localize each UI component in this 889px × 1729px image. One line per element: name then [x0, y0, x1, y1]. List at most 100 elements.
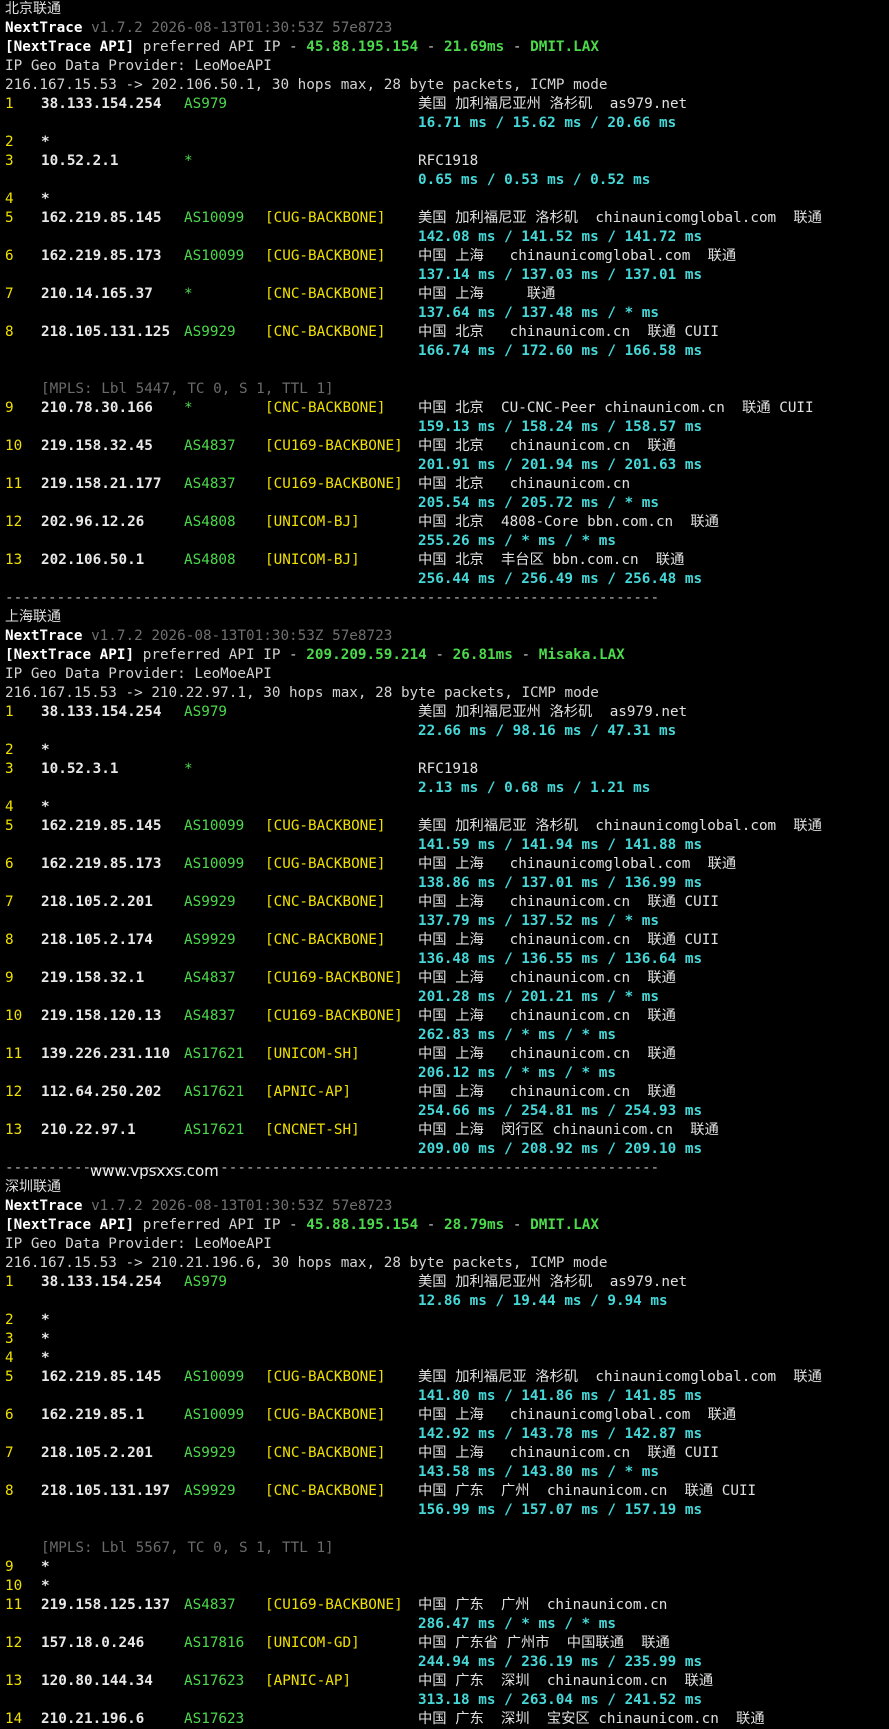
product-name: NextTrace	[5, 628, 83, 644]
section-title: 北京联通	[5, 0, 889, 19]
hop-asn: AS9929	[184, 894, 236, 910]
hop-latency: 244.94 ms / 236.19 ms / 235.99 ms	[418, 1654, 703, 1670]
hop-geo: 中国 上海 闵行区 chinaunicom.cn 联通	[418, 1122, 719, 1138]
hop-number: 10	[5, 438, 23, 454]
hop-number: 4	[5, 1350, 14, 1366]
hop-tag: [UNICOM-BJ]	[265, 552, 360, 568]
hop-latency-row: 141.80 ms / 141.86 ms / 141.85 ms	[5, 1387, 889, 1406]
hop-asn: AS979	[184, 704, 228, 720]
hop-latency-row: 205.54 ms / 205.72 ms / * ms	[5, 494, 889, 513]
hop-row: 10 219.158.32.45 AS4837 [CU169-BACKBONE] 中国 …	[5, 437, 889, 456]
hop-tag: [CUG-BACKBONE]	[265, 210, 386, 226]
hop-asn: AS10099	[184, 1369, 245, 1385]
hop-geo: 中国 上海 chinaunicom.cn 联通 CUII	[418, 932, 719, 948]
api-text: preferred API IP -	[134, 39, 307, 55]
hop-row: 7 210.14.165.37 * [CNC-BACKBONE] 中国 上海 联通	[5, 285, 889, 304]
hop-row: 1 38.133.154.254 AS979 美国 加利福尼亚州 洛杉矶 as979.…	[5, 703, 889, 722]
hop-latency: 141.80 ms / 141.86 ms / 141.85 ms	[418, 1388, 703, 1404]
hop-tag: [CUG-BACKBONE]	[265, 248, 386, 264]
hop-ip: 218.105.131.125	[41, 324, 171, 340]
api-node: DMIT.LAX	[530, 1217, 599, 1233]
hop-latency: 22.66 ms / 98.16 ms / 47.31 ms	[418, 723, 677, 739]
hop-ip: 162.219.85.145	[41, 210, 162, 226]
blank-row	[5, 1520, 889, 1539]
hop-number: 2	[5, 1312, 14, 1328]
hop-latency: 209.00 ms / 208.92 ms / 209.10 ms	[418, 1141, 703, 1157]
hop-row: 10 219.158.120.13 AS4837 [CU169-BACKBONE] 中国…	[5, 1007, 889, 1026]
hop-row: 10 *	[5, 1577, 889, 1596]
hop-geo: RFC1918	[418, 153, 479, 169]
route-text: 216.167.15.53 -> 210.21.196.6, 30 hops m…	[5, 1255, 608, 1271]
hop-number: 6	[5, 1407, 14, 1423]
hop-latency: 201.28 ms / 201.21 ms / * ms	[418, 989, 660, 1005]
section-title: 上海联通	[5, 608, 889, 627]
hop-geo: 中国 广东省 广州市 中国联通 联通	[418, 1635, 670, 1651]
hop-row: 14 210.21.196.6 AS17623 中国 广东 深圳 宝安区 chinau…	[5, 1710, 889, 1729]
hop-ip: 10.52.3.1	[41, 761, 119, 777]
hop-latency-row: 201.28 ms / 201.21 ms / * ms	[5, 988, 889, 1007]
hop-row: 9 219.158.32.1 AS4837 [CU169-BACKBONE] 中国 上海…	[5, 969, 889, 988]
hop-latency: 142.92 ms / 143.78 ms / 142.87 ms	[418, 1426, 703, 1442]
hop-ip: 38.133.154.254	[41, 96, 162, 112]
hop-asn: AS4808	[184, 552, 236, 568]
api-latency: 28.79ms	[444, 1217, 505, 1233]
hop-row: 11 219.158.21.177 AS4837 [CU169-BACKBONE] 中国…	[5, 475, 889, 494]
hop-number: 9	[5, 1559, 14, 1575]
hop-row: 13 202.106.50.1 AS4808 [UNICOM-BJ] 中国 北京 丰台区…	[5, 551, 889, 570]
hop-latency-row: 166.74 ms / 172.60 ms / 166.58 ms	[5, 342, 889, 361]
hop-number: 1	[5, 704, 14, 720]
hop-ip: *	[41, 1312, 50, 1328]
hop-latency-row: 313.18 ms / 263.04 ms / 241.52 ms	[5, 1691, 889, 1710]
hop-geo: 中国 广东 广州 chinaunicom.cn	[418, 1597, 668, 1613]
hop-row: 11 219.158.125.137 AS4837 [CU169-BACKBONE] 中…	[5, 1596, 889, 1615]
section-title-text: 北京联通	[5, 1, 61, 17]
hop-ip: 139.226.231.110	[41, 1046, 171, 1062]
hop-geo: 中国 上海 chinaunicom.cn 联通 CUII	[418, 894, 719, 910]
hop-ip: *	[41, 1559, 50, 1575]
hop-number: 6	[5, 248, 14, 264]
hop-ip: 162.219.85.173	[41, 856, 162, 872]
hop-geo: 中国 上海 chinaunicomglobal.com 联通	[418, 248, 737, 264]
hop-tag: [CUG-BACKBONE]	[265, 856, 386, 872]
hop-geo: 中国 北京 chinaunicom.cn 联通 CUII	[418, 324, 719, 340]
hop-row: 2 *	[5, 741, 889, 760]
separator-line: ----------------------------------------…	[5, 590, 660, 606]
hop-number: 1	[5, 96, 14, 112]
hop-latency-row: 201.91 ms / 201.94 ms / 201.63 ms	[5, 456, 889, 475]
hop-latency: 205.54 ms / 205.72 ms / * ms	[418, 495, 660, 511]
hop-tag: [UNICOM-SH]	[265, 1046, 360, 1062]
version-line: NextTrace v1.7.2 2026-08-13T01:30:53Z 57…	[5, 1197, 889, 1216]
hop-geo: 美国 加利福尼亚州 洛杉矶 as979.net	[418, 96, 688, 112]
hop-number: 12	[5, 514, 23, 530]
hop-asn: *	[184, 761, 193, 777]
hop-row: 9 210.78.30.166 * [CNC-BACKBONE] 中国 北京 CU-CN…	[5, 399, 889, 418]
hop-geo: 中国 北京 丰台区 bbn.com.cn 联通	[418, 552, 685, 568]
hop-latency-row: 22.66 ms / 98.16 ms / 47.31 ms	[5, 722, 889, 741]
hop-ip: *	[41, 799, 50, 815]
hop-number: 12	[5, 1084, 23, 1100]
hop-number: 4	[5, 799, 14, 815]
hop-latency-row: 255.26 ms / * ms / * ms	[5, 532, 889, 551]
hop-latency: 255.26 ms / * ms / * ms	[418, 533, 616, 549]
hop-latency-row: 254.66 ms / 254.81 ms / 254.93 ms	[5, 1102, 889, 1121]
mpls-label: [MPLS: Lbl 5567, TC 0, S 1, TTL 1]	[41, 1540, 334, 1556]
version-text: v1.7.2 2026-08-13T01:30:53Z 57e8723	[82, 20, 393, 36]
hop-latency: 12.86 ms / 19.44 ms / 9.94 ms	[418, 1293, 668, 1309]
api-prefix: [NextTrace API]	[5, 39, 135, 55]
hop-asn: AS17621	[184, 1046, 245, 1062]
hop-row: 12 112.64.250.202 AS17621 [APNIC-AP] 中国 上海 c…	[5, 1083, 889, 1102]
hop-tag: [CNC-BACKBONE]	[265, 400, 386, 416]
hop-latency: 256.44 ms / 256.49 ms / 256.48 ms	[418, 571, 703, 587]
mpls-row: [MPLS: Lbl 5567, TC 0, S 1, TTL 1]	[5, 1539, 889, 1558]
hop-row: 6 162.219.85.173 AS10099 [CUG-BACKBONE] 中国 上…	[5, 855, 889, 874]
hop-row: 8 218.105.131.125 AS9929 [CNC-BACKBONE] 中国 北…	[5, 323, 889, 342]
terminal-output: 北京联通 NextTrace v1.7.2 2026-08-13T01:30:53…	[5, 0, 889, 1729]
hop-asn: AS9929	[184, 932, 236, 948]
hop-ip: *	[41, 191, 50, 207]
hop-ip: 202.106.50.1	[41, 552, 145, 568]
hop-ip: 219.158.120.13	[41, 1008, 162, 1024]
hop-ip: 162.219.85.145	[41, 1369, 162, 1385]
hop-row: 4 *	[5, 798, 889, 817]
api-latency: 21.69ms	[444, 39, 505, 55]
product-name: NextTrace	[5, 1198, 83, 1214]
